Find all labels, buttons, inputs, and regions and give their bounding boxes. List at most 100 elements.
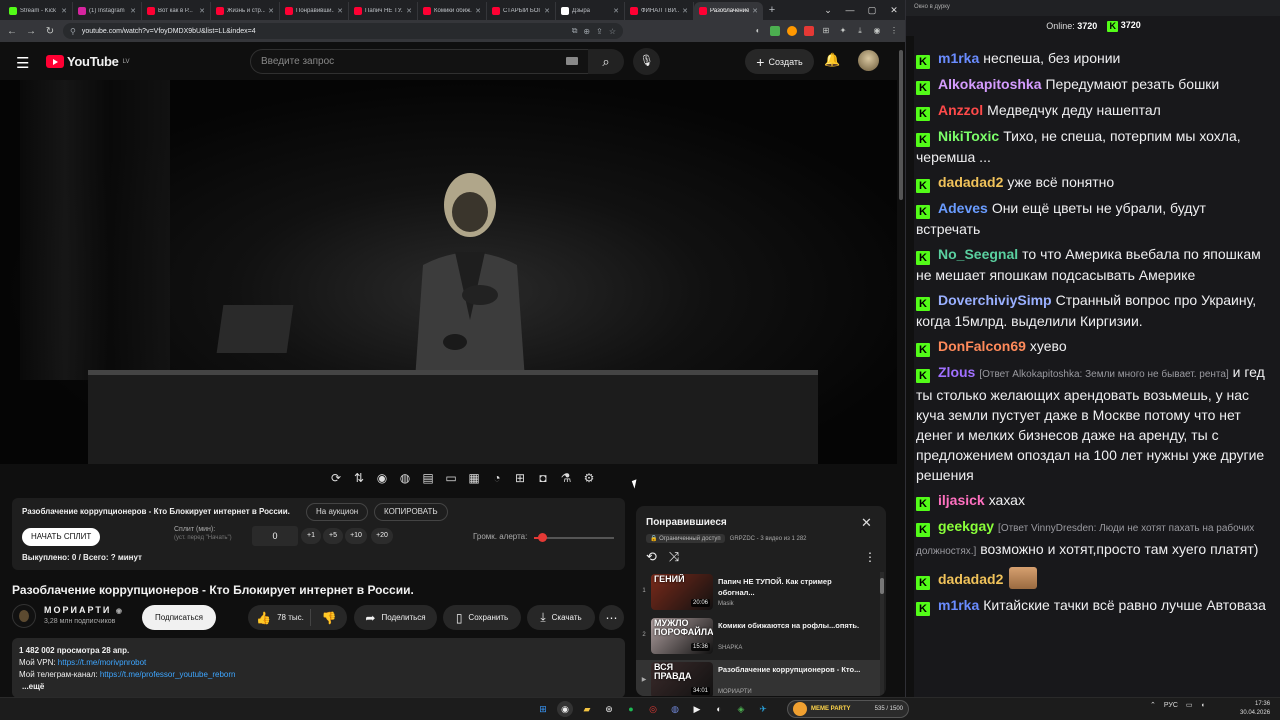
browser-tab[interactable]: Папич НЕ ТУ... ✕ xyxy=(349,2,418,20)
zoom-icon[interactable]: ⊕ xyxy=(583,27,590,36)
vpn-link[interactable]: https://t.me/morivpnrobot xyxy=(58,658,146,667)
playlist-item[interactable]: 1 ГЕНИЙ 20:06 Папич НЕ ТУПОЙ. Как стример о… xyxy=(636,572,880,616)
split-minutes-input[interactable]: 0 xyxy=(252,526,298,546)
minimize-icon[interactable]: — xyxy=(839,0,861,20)
clock[interactable]: 17:36 30.04.2026 xyxy=(1240,700,1270,718)
sort-icon[interactable]: ⇅ xyxy=(353,471,365,485)
profile-icon[interactable]: ◉ xyxy=(872,26,882,36)
download-icon[interactable]: ⤓ xyxy=(855,26,865,36)
browser-tab[interactable]: СТАРЫЙ БОГ...✕ xyxy=(487,2,556,20)
steam-icon[interactable]: ⊛ xyxy=(601,701,617,717)
search-button[interactable]: ⌕ xyxy=(588,49,624,74)
extension-icon[interactable] xyxy=(804,26,814,36)
subscribe-button[interactable]: Подписаться xyxy=(142,605,216,630)
browser-tab[interactable]: Разоблачение...✕ xyxy=(694,2,763,20)
notifications-bell-icon[interactable]: 🔔 xyxy=(824,52,840,68)
language-indicator[interactable]: РУС xyxy=(1164,702,1178,709)
chrome-icon[interactable]: ◉ xyxy=(557,701,573,717)
more-vertical-icon[interactable]: ⋮ xyxy=(864,550,876,564)
app-icon[interactable]: ◐ xyxy=(711,701,727,717)
tab-close-icon[interactable]: ✕ xyxy=(544,7,550,15)
tab-search-icon[interactable]: ⌄ xyxy=(817,0,839,20)
chat-username[interactable]: NikiToxic xyxy=(938,128,999,144)
tab-close-icon[interactable]: ✕ xyxy=(406,7,412,15)
telegram-icon[interactable]: ✈ xyxy=(755,701,771,717)
audio-wave-icon[interactable]: ◉ xyxy=(376,471,388,485)
bookmark-star-icon[interactable]: ☆ xyxy=(609,27,616,36)
discord-icon[interactable]: ◍ xyxy=(667,701,683,717)
playlist-scrollbar[interactable] xyxy=(880,572,884,696)
meme-party-widget[interactable]: MEME PARTY 535 / 1500 xyxy=(787,700,909,718)
show-more-link[interactable]: ...ещё xyxy=(19,681,618,693)
tray-chevron-icon[interactable]: ⌃ xyxy=(1150,701,1156,709)
channel-name[interactable]: МОРИАРТИ ◉ xyxy=(44,605,122,615)
shuffle-icon[interactable]: ⤨ xyxy=(669,549,679,565)
menu-icon[interactable]: ⋮ xyxy=(889,26,899,36)
screen-icon[interactable]: ▭ xyxy=(445,471,457,485)
camera-icon[interactable]: ◘ xyxy=(537,471,549,485)
playlist-item[interactable]: 2 МУЖЛО ПОРОФАЙЛА 15:36 Комики обижаются на… xyxy=(636,616,880,660)
chat-username[interactable]: m1rka xyxy=(938,597,979,613)
explorer-folder-icon[interactable]: ▰ xyxy=(579,701,595,717)
youtube-logo[interactable]: YouTube LV xyxy=(46,54,129,69)
page-scrollbar-thumb[interactable] xyxy=(899,50,903,200)
extension-icon[interactable]: ⊞ xyxy=(821,26,831,36)
video-player[interactable] xyxy=(0,80,905,464)
playlist-title[interactable]: Понравившиеся xyxy=(646,517,727,528)
voice-search-button[interactable]: 🎙 xyxy=(633,48,660,75)
share-icon[interactable]: ⇪ xyxy=(596,27,603,36)
tab-close-icon[interactable]: ✕ xyxy=(337,7,343,15)
volume-icon[interactable]: ◖ xyxy=(1201,702,1205,709)
extension-icon[interactable] xyxy=(770,26,780,36)
browser-tab[interactable]: Жизнь и стр... ✕ xyxy=(211,2,280,20)
avatar[interactable] xyxy=(858,50,879,71)
browser-tab[interactable]: Понравивши... ✕ xyxy=(280,2,349,20)
browser-tab[interactable]: (1) Instagram ✕ xyxy=(73,2,142,20)
playlist-item[interactable]: ▶ ВСЯ ПРАВДА 34:01 Разоблачение коррупционе… xyxy=(636,660,880,696)
chat-username[interactable]: Zlous xyxy=(938,364,975,380)
extension-icon[interactable] xyxy=(787,26,797,36)
visibility-icon[interactable]: ◍ xyxy=(399,471,411,485)
chat-username[interactable]: iljasick xyxy=(938,492,985,508)
increment-button[interactable]: +1 xyxy=(301,528,321,544)
chat-username[interactable]: Adeves xyxy=(938,200,988,216)
speed-gauge-icon[interactable]: ◔ xyxy=(491,471,503,485)
tab-close-icon[interactable]: ✕ xyxy=(475,7,481,15)
address-bar[interactable]: ⚲ youtube.com/watch?v=VfoyDMDX9bU&list=L… xyxy=(63,23,623,39)
download-button[interactable]: ⤓ Скачать xyxy=(527,605,595,630)
browser-tab[interactable]: Дзыра ✕ xyxy=(556,2,625,20)
chat-username[interactable]: dadadad2 xyxy=(938,174,1003,190)
start-split-button[interactable]: НАЧАТЬ СПЛИТ xyxy=(22,528,101,546)
on-auction-button[interactable]: На аукцион xyxy=(306,503,369,521)
telegram-link[interactable]: https://t.me/professor_youtube_reborn xyxy=(100,670,236,679)
playlist-scrollbar-thumb[interactable] xyxy=(880,578,884,594)
share-button[interactable]: ➦ Поделиться xyxy=(354,605,437,630)
hamburger-menu-icon[interactable]: ☰ xyxy=(16,54,29,72)
tab-close-icon[interactable]: ✕ xyxy=(268,7,274,15)
chat-username[interactable]: dadadad2 xyxy=(938,571,1003,587)
chat-username[interactable]: Anzzol xyxy=(938,102,983,118)
browser-tab[interactable]: ФИНАЛ ТВИ... ✕ xyxy=(625,2,694,20)
keyboard-icon[interactable] xyxy=(566,57,578,65)
alert-volume-knob[interactable] xyxy=(538,533,547,542)
chat-username[interactable]: Alkokapitoshka xyxy=(938,76,1041,92)
copy-button[interactable]: КОПИРОВАТЬ xyxy=(374,503,448,521)
spotify-icon[interactable]: ● xyxy=(623,701,639,717)
add-window-icon[interactable]: ⊞ xyxy=(514,471,526,485)
browser-tab[interactable]: Stream - Kick ✕ xyxy=(4,2,73,20)
site-info-icon[interactable]: ⚲ xyxy=(70,27,76,36)
tab-close-icon[interactable]: ✕ xyxy=(752,7,758,15)
maximize-icon[interactable]: ▢ xyxy=(861,0,883,20)
loop-icon[interactable]: ⟳ xyxy=(330,471,342,485)
flask-icon[interactable]: ⚗ xyxy=(560,471,572,485)
install-icon[interactable]: ⧉ xyxy=(572,26,578,36)
chat-scrollbar[interactable] xyxy=(906,36,914,697)
search-input[interactable]: Введите запрос xyxy=(250,49,590,74)
create-button[interactable]: + Создать xyxy=(745,49,814,74)
back-icon[interactable]: ← xyxy=(6,26,18,37)
like-button[interactable]: 👍 78 тыс. xyxy=(248,605,312,630)
reload-icon[interactable]: ↻ xyxy=(44,26,56,37)
channel-avatar[interactable] xyxy=(12,604,36,628)
chat-username[interactable]: geekgay xyxy=(938,518,994,534)
tab-close-icon[interactable]: ✕ xyxy=(61,7,67,15)
